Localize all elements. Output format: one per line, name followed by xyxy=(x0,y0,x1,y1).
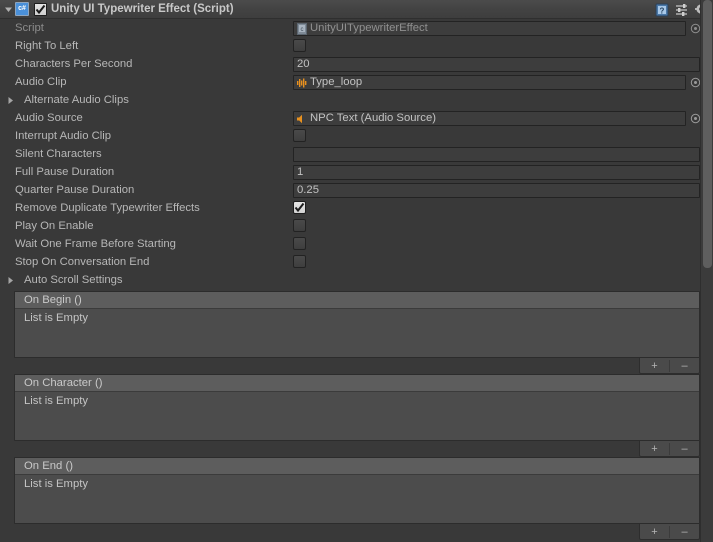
play-on-enable-checkbox[interactable] xyxy=(293,219,306,232)
property-label: Audio Source xyxy=(15,112,83,124)
property-label: Wait One Frame Before Starting xyxy=(15,238,176,250)
vertical-scrollbar-track[interactable] xyxy=(700,0,713,542)
unity-event-on-end: On End () List is Empty + – xyxy=(14,457,700,540)
csharp-script-icon: c# xyxy=(15,2,29,16)
alternate-audio-clips-foldout-arrow[interactable] xyxy=(6,96,15,105)
component-foldout-toggle[interactable] xyxy=(2,0,14,19)
audio-source-value: NPC Text (Audio Source) xyxy=(310,112,436,124)
event-body[interactable]: List is Empty xyxy=(15,309,699,357)
component-header[interactable]: c# Unity UI Typewriter Effect (Script) ? xyxy=(0,0,713,19)
property-row-wait-one-frame-before-starting: Wait One Frame Before Starting xyxy=(0,236,713,252)
property-row-silent-characters: Silent Characters xyxy=(0,146,713,162)
property-label: Full Pause Duration xyxy=(15,166,115,178)
auto-scroll-settings-foldout-arrow[interactable] xyxy=(6,276,15,285)
property-row-quarter-pause-duration: Quarter Pause Duration 0.25 xyxy=(0,182,713,198)
event-list-buttons: + – xyxy=(639,524,700,540)
event-frame: On Begin () List is Empty xyxy=(14,291,700,358)
event-body[interactable]: List is Empty xyxy=(15,475,699,523)
script-asset-icon: c xyxy=(296,22,308,35)
event-header: On End () xyxy=(15,458,699,475)
event-header: On Character () xyxy=(15,375,699,392)
full-pause-duration-input[interactable]: 1 xyxy=(293,165,700,180)
property-label: Auto Scroll Settings xyxy=(24,274,123,286)
inspector-panel: c# Unity UI Typewriter Effect (Script) ? xyxy=(0,0,713,542)
interrupt-audio-clip-checkbox[interactable] xyxy=(293,129,306,142)
property-label: Stop On Conversation End xyxy=(15,256,150,268)
property-row-audio-clip: Audio Clip Type_loop xyxy=(0,74,713,90)
property-label: Remove Duplicate Typewriter Effects xyxy=(15,202,200,214)
preset-icon[interactable] xyxy=(675,3,689,17)
event-remove-button[interactable]: – xyxy=(670,524,699,539)
event-title: On Begin () xyxy=(24,293,82,306)
audio-clip-object-field[interactable]: Type_loop xyxy=(293,75,686,90)
script-object-field[interactable]: c UnityUITypewriterEffect xyxy=(293,21,686,36)
property-row-interrupt-audio-clip: Interrupt Audio Clip xyxy=(0,128,713,144)
event-list-buttons: + – xyxy=(639,441,700,457)
quarter-pause-duration-input[interactable]: 0.25 xyxy=(293,183,700,198)
property-row-audio-source: Audio Source NPC Text (Audio Source) xyxy=(0,110,713,126)
field-value: 1 xyxy=(297,166,304,178)
event-add-button[interactable]: + xyxy=(640,358,669,373)
event-add-button[interactable]: + xyxy=(640,524,669,539)
event-list-buttons: + – xyxy=(639,358,700,374)
property-row-full-pause-duration: Full Pause Duration 1 xyxy=(0,164,713,180)
property-label: Alternate Audio Clips xyxy=(24,94,129,106)
script-value: UnityUITypewriterEffect xyxy=(310,22,428,34)
event-body[interactable]: List is Empty xyxy=(15,392,699,440)
property-label: Audio Clip xyxy=(15,76,67,88)
property-label: Silent Characters xyxy=(15,148,102,160)
event-header: On Begin () xyxy=(15,292,699,309)
event-add-button[interactable]: + xyxy=(640,441,669,456)
property-row-script: Script c UnityUITypewriterEffect xyxy=(0,20,713,36)
event-empty-text: List is Empty xyxy=(24,395,89,407)
event-frame: On End () List is Empty xyxy=(14,457,700,524)
event-remove-button[interactable]: – xyxy=(670,441,699,456)
property-row-right-to-left: Right To Left xyxy=(0,38,713,54)
event-frame: On Character () List is Empty xyxy=(14,374,700,441)
property-row-remove-duplicate-typewriter-effects: Remove Duplicate Typewriter Effects xyxy=(0,200,713,216)
remove-duplicate-typewriter-effects-checkbox[interactable] xyxy=(293,201,306,214)
event-remove-button[interactable]: – xyxy=(670,358,699,373)
unity-event-on-character: On Character () List is Empty + – xyxy=(14,374,700,457)
audio-source-object-field[interactable]: NPC Text (Audio Source) xyxy=(293,111,686,126)
event-empty-text: List is Empty xyxy=(24,312,89,324)
property-row-play-on-enable: Play On Enable xyxy=(0,218,713,234)
property-label: Play On Enable xyxy=(15,220,94,232)
stop-on-conversation-end-checkbox[interactable] xyxy=(293,255,306,268)
property-row-auto-scroll-settings[interactable]: Auto Scroll Settings xyxy=(0,272,713,288)
property-label: Right To Left xyxy=(15,40,79,52)
event-title: On End () xyxy=(24,459,73,472)
property-row-alternate-audio-clips[interactable]: Alternate Audio Clips xyxy=(0,92,713,108)
characters-per-second-input[interactable]: 20 xyxy=(293,57,700,72)
wait-one-frame-before-starting-checkbox[interactable] xyxy=(293,237,306,250)
event-title: On Character () xyxy=(24,376,103,389)
audio-clip-value: Type_loop xyxy=(310,76,363,88)
component-title: Unity UI Typewriter Effect (Script) xyxy=(51,3,234,15)
unity-event-on-begin: On Begin () List is Empty + – xyxy=(14,291,700,374)
help-icon[interactable]: ? xyxy=(655,3,669,17)
property-row-stop-on-conversation-end: Stop On Conversation End xyxy=(0,254,713,270)
component-enabled-checkbox[interactable] xyxy=(34,2,47,16)
property-label: Quarter Pause Duration xyxy=(15,184,135,196)
silent-characters-input[interactable] xyxy=(293,147,700,162)
field-value: 20 xyxy=(297,58,310,70)
audio-source-icon xyxy=(296,113,308,125)
svg-text:?: ? xyxy=(660,6,665,15)
property-row-characters-per-second: Characters Per Second 20 xyxy=(0,56,713,72)
vertical-scrollbar-thumb[interactable] xyxy=(703,0,712,268)
field-value: 0.25 xyxy=(297,184,319,196)
svg-text:c: c xyxy=(301,27,304,33)
property-label: Characters Per Second xyxy=(15,58,133,70)
property-label: Interrupt Audio Clip xyxy=(15,130,112,142)
event-empty-text: List is Empty xyxy=(24,478,89,490)
right-to-left-checkbox[interactable] xyxy=(293,39,306,52)
property-label: Script xyxy=(15,22,44,34)
audio-clip-icon xyxy=(296,77,308,89)
